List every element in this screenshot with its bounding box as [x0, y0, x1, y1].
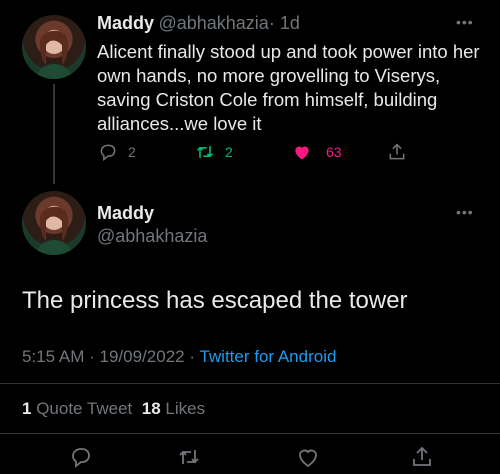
author-handle[interactable]: @abhakhazia [97, 226, 207, 247]
separator-dot: · [189, 347, 196, 366]
thread-line [53, 84, 55, 184]
retweet-button[interactable] [177, 445, 201, 474]
tweet-text: Alicent finally stood up and took power … [97, 41, 480, 134]
separator-dot: · [89, 347, 95, 366]
reply-icon [72, 448, 90, 468]
tweet-time[interactable]: 5:15 AM [22, 347, 84, 366]
tweet-stats: 1 Quote Tweet 18 Likes [22, 399, 205, 419]
reply-count: 2 [128, 144, 136, 160]
divider [0, 433, 500, 434]
share-icon [389, 143, 405, 160]
tweet-header: Maddy @abhakhazia· 1d [97, 13, 300, 34]
share-button[interactable] [387, 142, 407, 162]
retweet-icon [196, 146, 214, 158]
reply-button[interactable] [69, 445, 93, 474]
reply-icon [100, 144, 116, 162]
tweet-text: The princess has escaped the tower [22, 287, 408, 314]
retweet-icon [179, 450, 199, 464]
author-name[interactable]: Maddy [97, 203, 154, 224]
share-button[interactable] [410, 445, 434, 474]
tweet-date[interactable]: 19/09/2022 [100, 347, 185, 366]
author-handle[interactable]: @abhakhazia [158, 13, 268, 33]
quote-label: Quote Tweet [36, 399, 133, 418]
share-icon [413, 446, 431, 466]
divider [0, 383, 500, 384]
more-dots-icon[interactable]: ••• [456, 204, 474, 220]
avatar[interactable] [22, 15, 86, 79]
tweet-source-link[interactable]: Twitter for Android [199, 347, 336, 366]
quote-count: 1 [22, 399, 32, 418]
heart-filled-icon [295, 146, 309, 160]
likes-count: 18 [141, 399, 161, 418]
likes-link[interactable]: 18 Likes [142, 399, 205, 418]
tweet-meta: 5:15 AM · 19/09/2022 · Twitter for Andro… [22, 347, 336, 367]
more-dots-icon[interactable]: ••• [456, 14, 474, 30]
quote-tweets-link[interactable]: 1 Quote Tweet [22, 399, 132, 418]
heart-icon [299, 449, 317, 468]
retweet-count: 2 [225, 144, 233, 160]
retweet-button[interactable]: 2 [195, 142, 233, 162]
like-button[interactable]: 63 [292, 142, 342, 162]
avatar[interactable] [22, 191, 86, 255]
reply-button[interactable]: 2 [98, 142, 136, 162]
author-name[interactable]: Maddy [97, 13, 154, 33]
like-button[interactable] [296, 445, 320, 474]
tweet-time[interactable]: · 1d [269, 13, 300, 33]
likes-label: Likes [165, 399, 206, 418]
like-count: 63 [326, 144, 342, 160]
